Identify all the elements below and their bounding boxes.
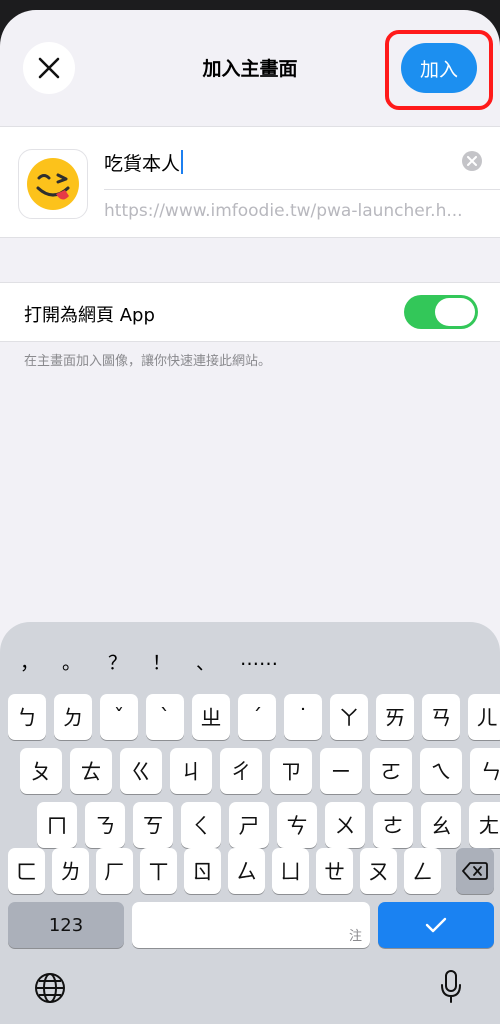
zhuyin-key[interactable]: ㄕ bbox=[229, 802, 269, 848]
candidate-item[interactable]: 。 bbox=[62, 648, 81, 675]
zhuyin-key[interactable]: ㄌ bbox=[52, 848, 89, 894]
zhuyin-key[interactable]: ㄗ bbox=[270, 748, 312, 794]
zhuyin-key[interactable]: ㄦ bbox=[468, 694, 500, 740]
zhuyin-key[interactable]: ㄏ bbox=[96, 848, 133, 894]
globe-icon bbox=[35, 973, 65, 1003]
zhuyin-key[interactable]: ㄣ bbox=[470, 748, 500, 794]
zhuyin-key[interactable]: ㄘ bbox=[277, 802, 317, 848]
navigation-bar: 加入主畫面 加入 bbox=[0, 10, 500, 126]
app-icon-preview bbox=[18, 149, 88, 219]
zhuyin-key[interactable]: ㄛ bbox=[370, 748, 412, 794]
zhuyin-keyboard: ， 。 ？ ！ 、 …… ㄅㄉ ˇ ˋ ㄓ ˊ ˙ ㄚㄞㄢㄦㄆㄊㄍㄐㄔㄗㄧㄛㄟㄣㄇㄋㄎㄑㄕㄘ… bbox=[0, 622, 500, 1024]
zhuyin-key[interactable]: ㄈ bbox=[8, 848, 45, 894]
confirm-key[interactable] bbox=[378, 902, 494, 948]
zhuyin-key[interactable]: ㄅ bbox=[8, 694, 46, 740]
space-key[interactable]: 注 bbox=[132, 902, 370, 948]
zhuyin-key[interactable]: ㄔ bbox=[220, 748, 262, 794]
numbers-key[interactable]: 123 bbox=[8, 902, 124, 948]
candidate-item[interactable]: 、 bbox=[196, 648, 215, 675]
url-text: https://www.imfoodie.tw/pwa-launcher.h..… bbox=[104, 201, 463, 221]
zhuyin-key[interactable]: ㄐ bbox=[170, 748, 212, 794]
zhuyin-key[interactable]: ˊ bbox=[238, 694, 276, 740]
clear-icon[interactable] bbox=[462, 151, 482, 171]
open-as-web-app-row: 打開為網頁 App bbox=[0, 282, 500, 342]
zhuyin-key[interactable]: ㄧ bbox=[320, 748, 362, 794]
name-input[interactable]: 吃貨本人 bbox=[104, 143, 486, 183]
zhuyin-key[interactable]: ㄆ bbox=[20, 748, 62, 794]
zhuyin-key[interactable]: ˇ bbox=[100, 694, 138, 740]
backspace-icon bbox=[462, 862, 488, 880]
zhuyin-key[interactable]: ㄠ bbox=[421, 802, 461, 848]
zhuyin-key[interactable]: ㄝ bbox=[316, 848, 353, 894]
text-cursor bbox=[181, 150, 184, 174]
zhuyin-key[interactable]: ㄤ bbox=[469, 802, 500, 848]
zhuyin-key[interactable]: ㄋ bbox=[85, 802, 125, 848]
candidate-item[interactable]: ？ bbox=[108, 648, 127, 675]
zhuyin-key[interactable]: ˋ bbox=[146, 694, 184, 740]
add-to-home-screen-sheet: 加入主畫面 加入 吃貨本人 https://www.imfoodie.tw/pw… bbox=[0, 10, 500, 1024]
footnote-text: 在主畫面加入圖像，讓你快速連接此網站。 bbox=[24, 354, 272, 369]
zhuyin-key[interactable]: ㄡ bbox=[360, 848, 397, 894]
field-divider bbox=[104, 189, 500, 190]
add-button[interactable]: 加入 bbox=[401, 43, 477, 93]
zhuyin-key[interactable]: ˙ bbox=[284, 694, 322, 740]
delete-key[interactable] bbox=[456, 848, 494, 894]
zhuyin-key[interactable]: ㄢ bbox=[422, 694, 460, 740]
zhuyin-key[interactable]: ㄓ bbox=[192, 694, 230, 740]
zhuyin-key[interactable]: ㄍ bbox=[120, 748, 162, 794]
zhuyin-key[interactable]: ㄩ bbox=[272, 848, 309, 894]
toggle-knob bbox=[435, 298, 475, 326]
candidate-item[interactable]: …… bbox=[240, 648, 278, 670]
zhuyin-key[interactable]: ㄟ bbox=[420, 748, 462, 794]
grinning-face-emoji-icon bbox=[27, 158, 79, 210]
zhuyin-key[interactable]: ㄨ bbox=[325, 802, 365, 848]
globe-key[interactable] bbox=[32, 970, 68, 1006]
name-value: 吃貨本人 bbox=[104, 153, 181, 175]
zhuyin-key[interactable]: ㄉ bbox=[54, 694, 92, 740]
candidate-bar: ， 。 ？ ！ 、 …… bbox=[0, 640, 500, 678]
microphone-icon bbox=[441, 970, 461, 1003]
checkmark-icon bbox=[425, 917, 447, 933]
web-clip-card: 吃貨本人 https://www.imfoodie.tw/pwa-launche… bbox=[0, 126, 500, 238]
open-as-web-app-label: 打開為網頁 App bbox=[24, 305, 155, 326]
zhuyin-key[interactable]: ㄞ bbox=[376, 694, 414, 740]
open-as-web-app-toggle[interactable] bbox=[404, 295, 478, 329]
zhuyin-key[interactable]: ㄚ bbox=[330, 694, 368, 740]
zhuyin-key[interactable]: ㄜ bbox=[373, 802, 413, 848]
zhuyin-key[interactable]: ㄊ bbox=[70, 748, 112, 794]
zhuyin-key[interactable]: ㄖ bbox=[184, 848, 221, 894]
dictation-key[interactable] bbox=[436, 968, 466, 1006]
candidate-item[interactable]: ！ bbox=[152, 648, 171, 675]
zhuyin-key[interactable]: ㄒ bbox=[140, 848, 177, 894]
zhuyin-key[interactable]: ㄥ bbox=[404, 848, 441, 894]
zhuyin-key[interactable]: ㄙ bbox=[228, 848, 265, 894]
candidate-item[interactable]: ， bbox=[20, 648, 39, 675]
zhuyin-key[interactable]: ㄑ bbox=[181, 802, 221, 848]
zhuyin-key[interactable]: ㄇ bbox=[37, 802, 77, 848]
space-hint: 注 bbox=[348, 929, 362, 944]
zhuyin-key[interactable]: ㄎ bbox=[133, 802, 173, 848]
